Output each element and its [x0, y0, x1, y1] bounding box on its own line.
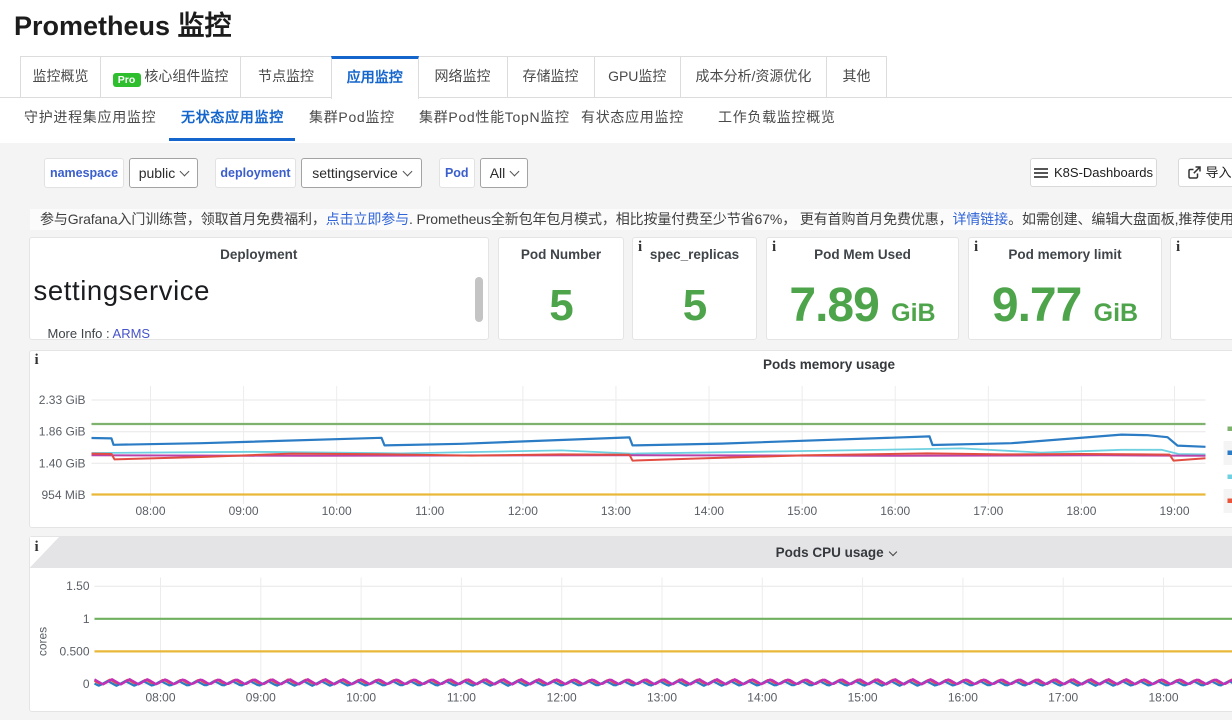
svg-text:18:00: 18:00 [1066, 504, 1096, 518]
svg-text:1.86 GiB: 1.86 GiB [38, 425, 85, 439]
svg-text:17:00: 17:00 [1048, 690, 1078, 704]
svg-text:08:00: 08:00 [135, 504, 165, 518]
svg-text:1: 1 [82, 611, 89, 625]
svg-text:09:00: 09:00 [245, 690, 275, 704]
svg-text:15:00: 15:00 [787, 504, 817, 518]
svg-text:16:00: 16:00 [880, 504, 910, 518]
svg-text:12:00: 12:00 [546, 690, 576, 704]
svg-text:10:00: 10:00 [321, 504, 351, 518]
svg-text:16:00: 16:00 [947, 690, 977, 704]
svg-text:2.33 GiB: 2.33 GiB [38, 393, 85, 407]
svg-text:19:00: 19:00 [1159, 504, 1189, 518]
svg-text:1.40 GiB: 1.40 GiB [38, 456, 85, 470]
svg-text:13:00: 13:00 [600, 504, 630, 518]
svg-text:0: 0 [82, 677, 89, 691]
svg-text:954 MiB: 954 MiB [41, 488, 85, 502]
svg-text:1.50: 1.50 [66, 579, 90, 593]
svg-text:17:00: 17:00 [973, 504, 1003, 518]
svg-text:12:00: 12:00 [507, 504, 537, 518]
svg-text:14:00: 14:00 [694, 504, 724, 518]
svg-text:14:00: 14:00 [747, 690, 777, 704]
svg-text:13:00: 13:00 [646, 690, 676, 704]
svg-text:11:00: 11:00 [446, 690, 475, 704]
svg-text:08:00: 08:00 [145, 690, 175, 704]
svg-text:cores: cores [35, 626, 49, 655]
svg-text:18:00: 18:00 [1148, 690, 1178, 704]
svg-text:10:00: 10:00 [346, 690, 376, 704]
svg-text:09:00: 09:00 [228, 504, 258, 518]
svg-text:11:00: 11:00 [415, 504, 444, 518]
svg-text:15:00: 15:00 [847, 690, 877, 704]
svg-text:0.500: 0.500 [59, 644, 89, 658]
